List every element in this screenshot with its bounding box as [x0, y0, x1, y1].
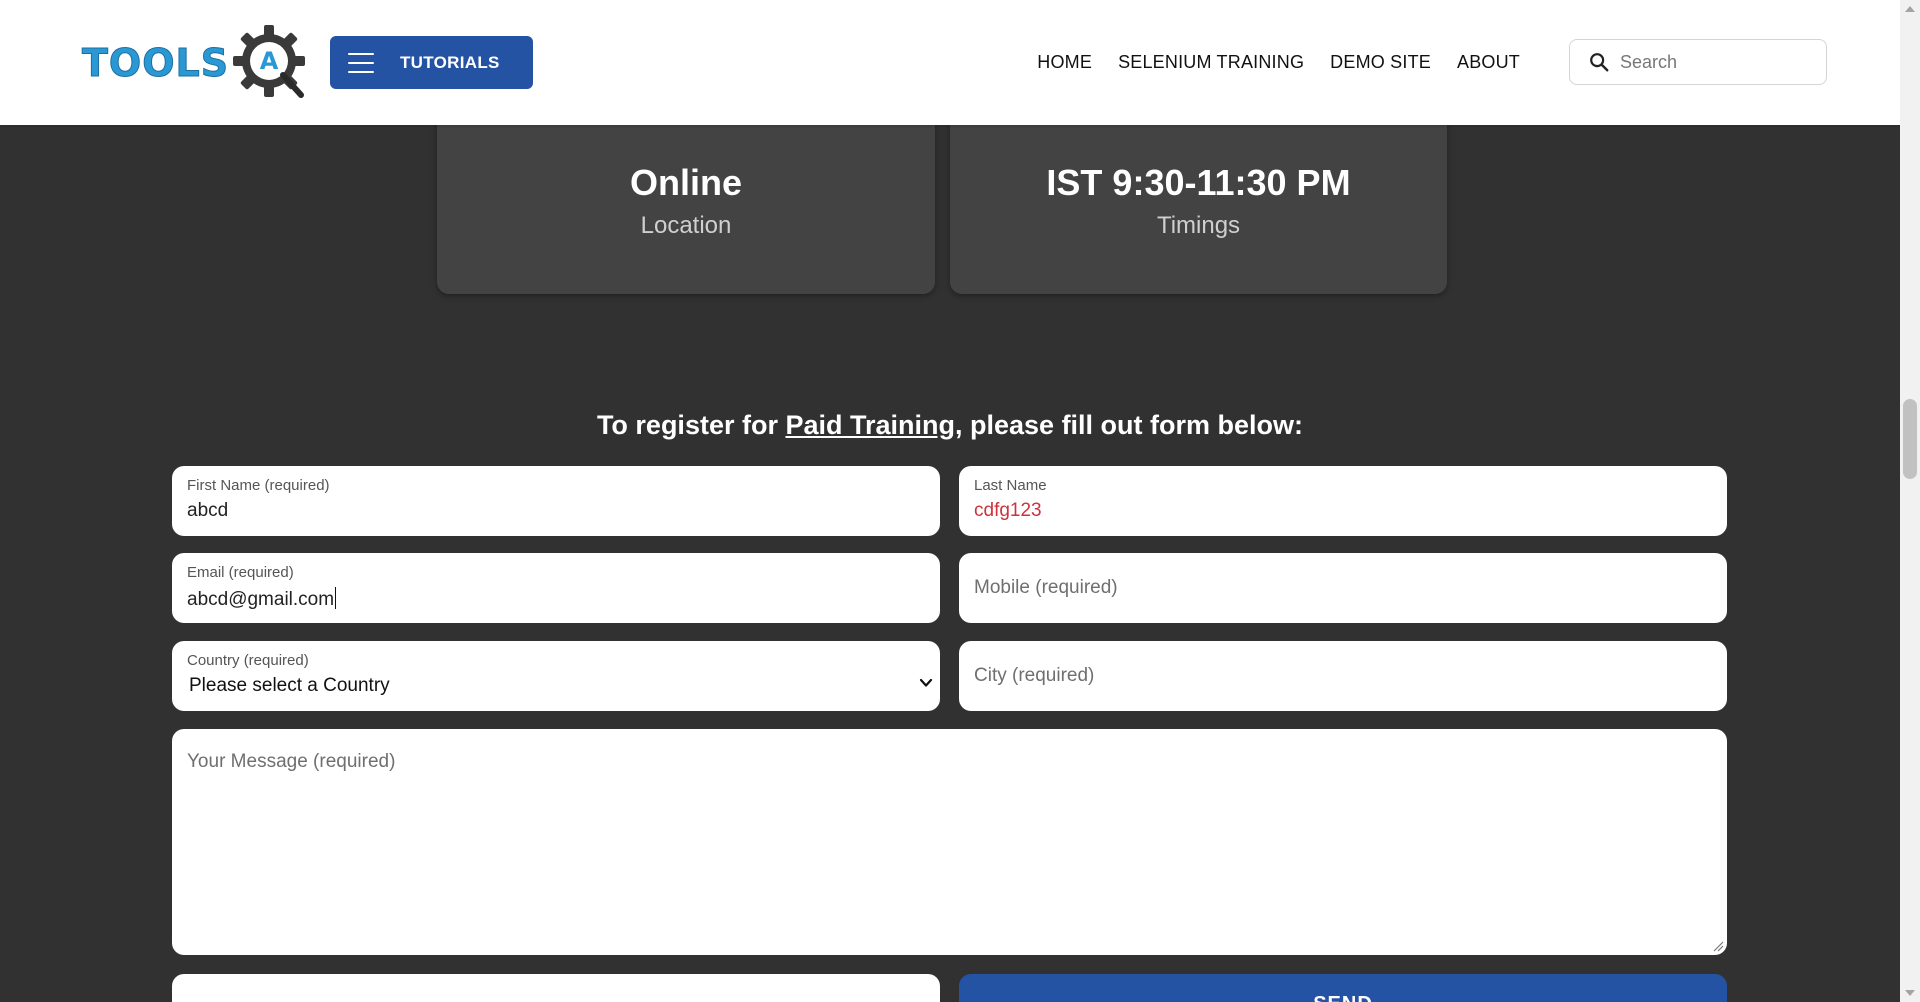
main-nav: HOME SELENIUM TRAINING DEMO SITE ABOUT — [1037, 52, 1520, 73]
logo-letter: A — [260, 47, 279, 75]
chevron-down-icon — [919, 678, 933, 687]
search-icon — [1590, 53, 1609, 72]
country-selected-value: Please select a Country — [189, 675, 390, 696]
timings-label: Timings — [1156, 212, 1241, 239]
nav-home[interactable]: HOME — [1037, 52, 1092, 73]
location-label: Location — [640, 212, 732, 239]
site-header: TOOLS A TUTORIALS HOME SELENIUM TRAINING… — [0, 0, 1900, 125]
city-field[interactable]: City (required) — [959, 641, 1727, 711]
nav-about[interactable]: ABOUT — [1457, 52, 1520, 73]
email-value-wrap: abcd@gmail.com — [187, 587, 337, 611]
nav-demo-site[interactable]: DEMO SITE — [1330, 52, 1431, 73]
toolsqa-logo[interactable]: TOOLS A — [81, 24, 306, 102]
country-select[interactable]: Country (required) Please select a Count… — [172, 641, 940, 711]
email-field[interactable]: Email (required) abcd@gmail.com — [172, 553, 940, 623]
form-title-prefix: To register for — [596, 410, 786, 440]
captcha-field[interactable] — [172, 974, 940, 1002]
mobile-placeholder: Mobile (required) — [974, 577, 1118, 598]
send-button[interactable]: SEND — [959, 974, 1727, 1002]
search-box[interactable] — [1569, 39, 1827, 85]
first-name-label: First Name (required) — [187, 477, 330, 494]
email-label: Email (required) — [187, 564, 294, 581]
first-name-value: abcd — [187, 500, 229, 521]
tutorials-label: TUTORIALS — [400, 52, 500, 72]
form-title-suffix: , please fill out form below: — [955, 410, 1304, 440]
search-input[interactable] — [1618, 50, 1812, 74]
resize-handle-icon[interactable] — [1712, 940, 1724, 952]
gear-logo-icon: A — [231, 23, 311, 103]
city-placeholder: City (required) — [974, 665, 1095, 686]
page-viewport: TOOLS A TUTORIALS HOME SELENIUM TRAINING… — [0, 0, 1900, 1002]
message-placeholder: Your Message (required) — [187, 751, 396, 772]
nav-selenium-training[interactable]: SELENIUM TRAINING — [1118, 52, 1304, 73]
last-name-field[interactable]: Last Name cdfg123 — [959, 466, 1727, 536]
message-textarea[interactable]: Your Message (required) — [172, 729, 1727, 955]
last-name-value: cdfg123 — [974, 500, 1042, 521]
logo-text: TOOLS — [81, 41, 230, 86]
scroll-up-arrow-icon[interactable] — [1905, 6, 1915, 12]
scroll-down-arrow-icon[interactable] — [1905, 990, 1915, 996]
page-scrollbar[interactable] — [1900, 0, 1920, 1002]
tutorials-button[interactable]: TUTORIALS — [330, 36, 533, 89]
form-title: To register for Paid Training, please fi… — [0, 410, 1900, 441]
text-cursor — [335, 587, 337, 609]
country-label: Country (required) — [187, 652, 309, 669]
paid-training-link[interactable]: Paid Training — [785, 410, 955, 440]
scrollbar-thumb[interactable] — [1903, 398, 1917, 479]
timings-value: IST 9:30-11:30 PM — [1046, 162, 1351, 203]
menu-icon — [348, 52, 374, 73]
location-value: Online — [629, 162, 742, 203]
last-name-label: Last Name — [974, 477, 1047, 494]
mobile-field[interactable]: Mobile (required) — [959, 553, 1727, 623]
email-value: abcd@gmail.com — [187, 589, 335, 610]
first-name-field[interactable]: First Name (required) abcd — [172, 466, 940, 536]
